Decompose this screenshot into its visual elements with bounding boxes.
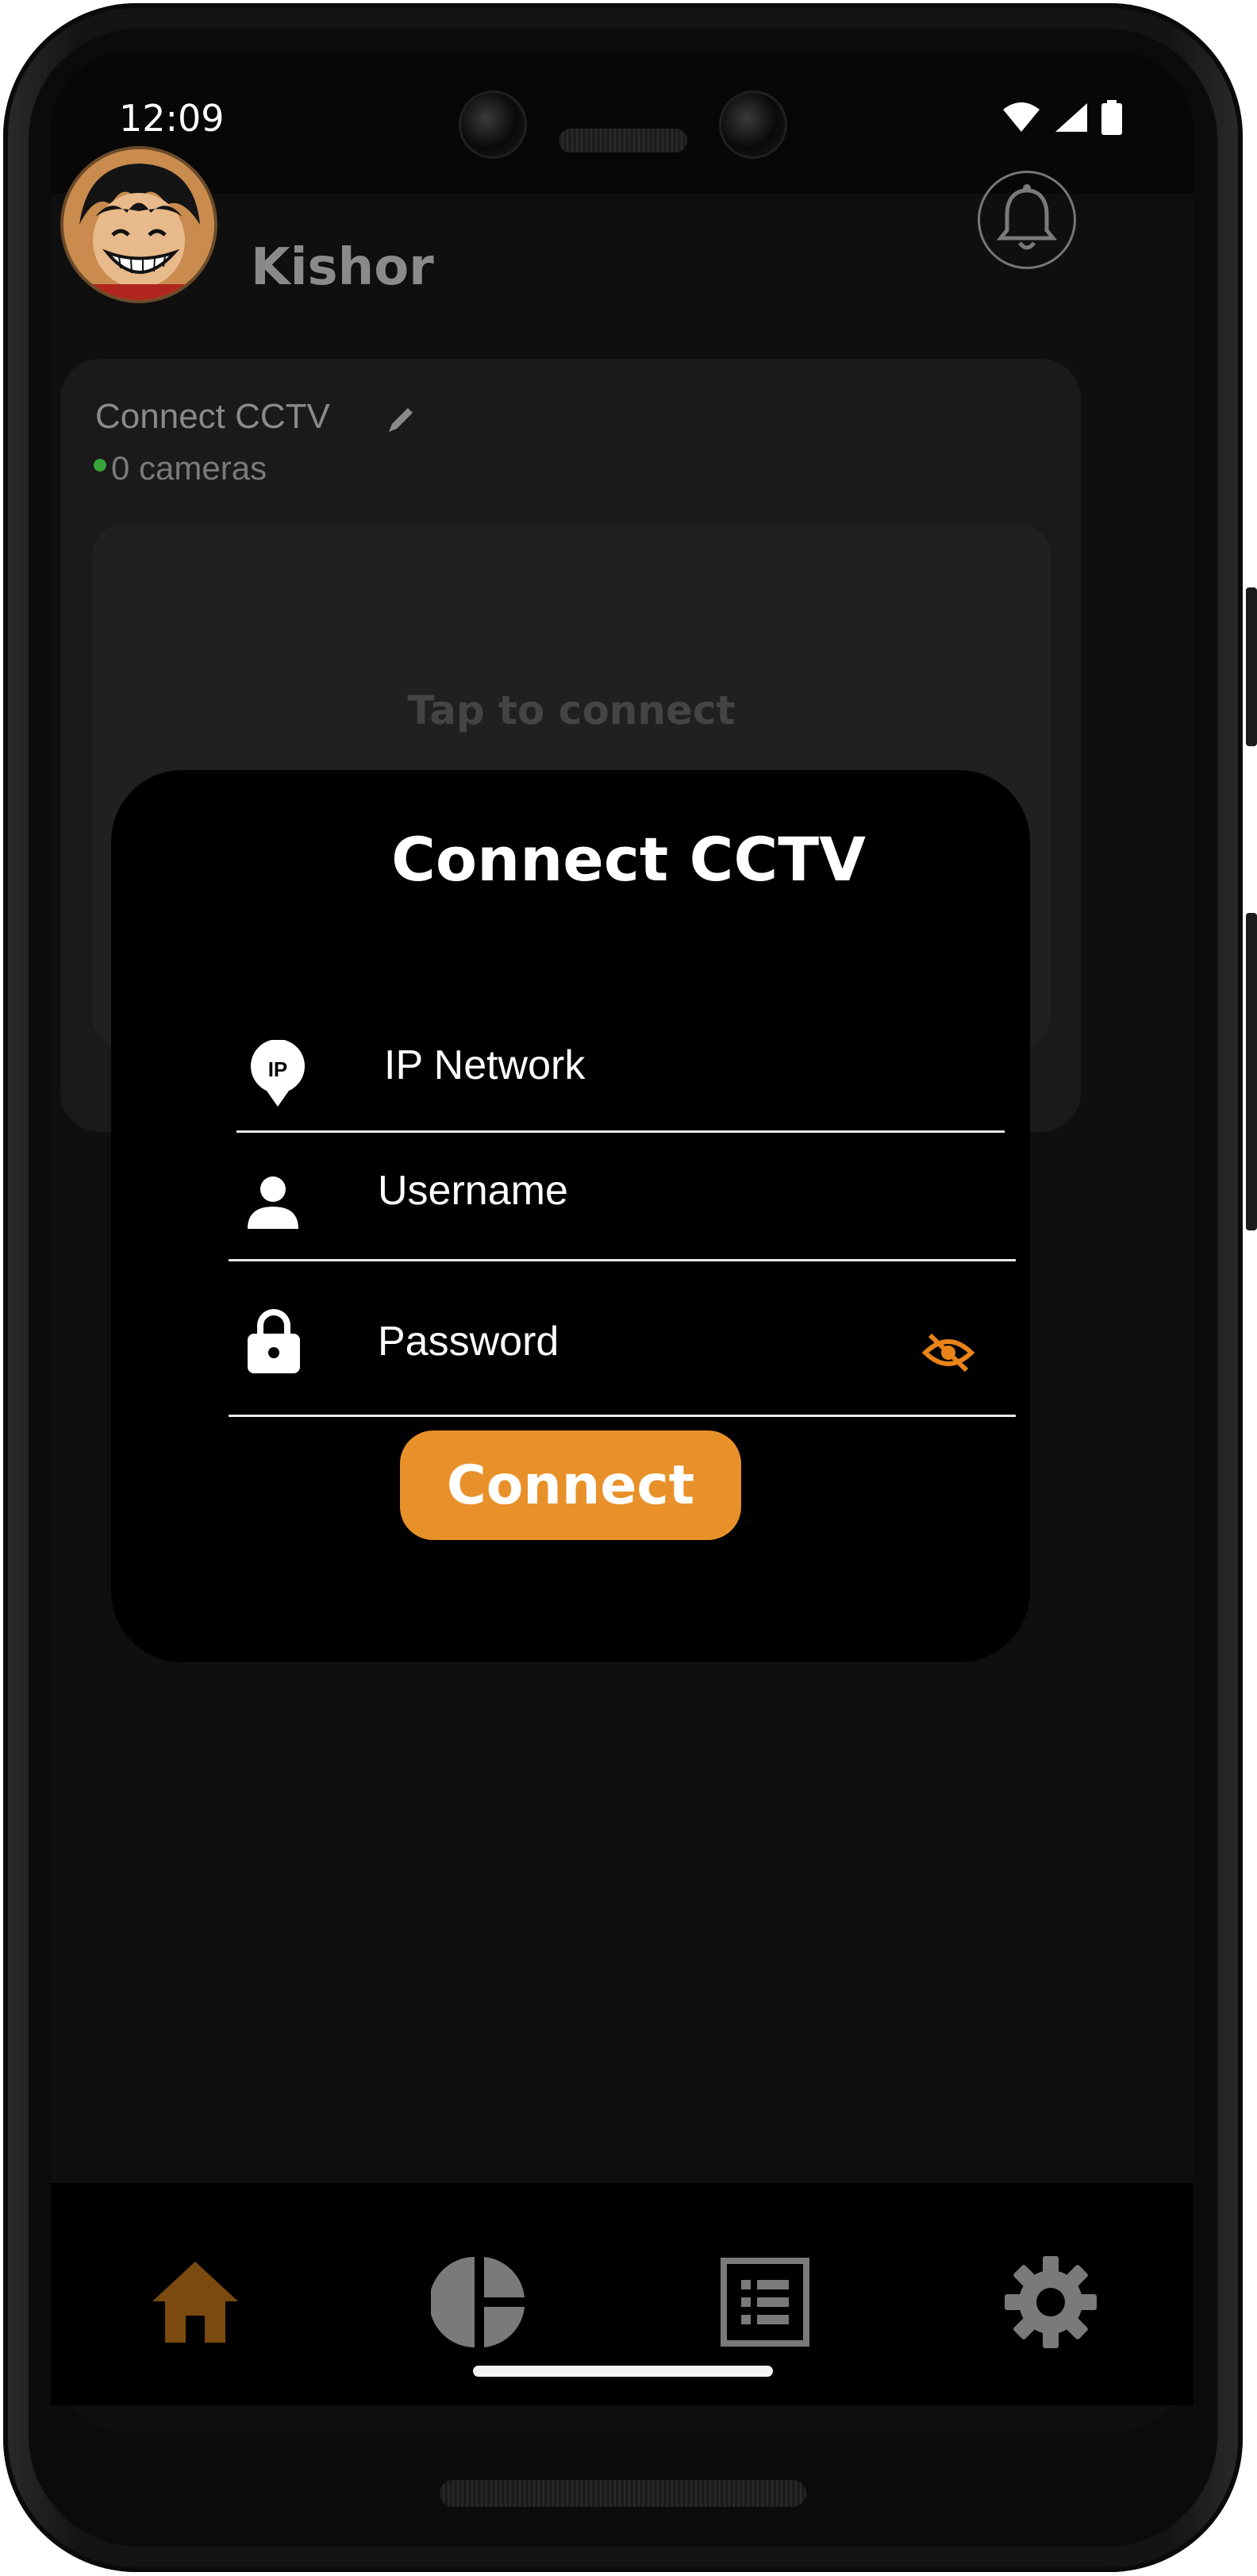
nav-analytics[interactable] bbox=[424, 2247, 535, 2358]
card-title: Connect CCTV bbox=[95, 397, 330, 436]
person-icon bbox=[244, 1173, 302, 1234]
battery-icon bbox=[1101, 100, 1122, 135]
status-time: 12:09 bbox=[119, 97, 225, 140]
username-underline bbox=[229, 1259, 1016, 1261]
front-sensor-icon bbox=[719, 90, 787, 159]
nav-home[interactable] bbox=[140, 2247, 251, 2358]
gear-icon bbox=[1005, 2256, 1097, 2348]
signal-icon bbox=[1055, 103, 1087, 132]
ip-network-input[interactable]: IP Network bbox=[384, 1042, 585, 1089]
notification-button[interactable] bbox=[978, 171, 1076, 269]
password-underline bbox=[229, 1415, 1016, 1417]
status-icons bbox=[1001, 100, 1122, 135]
wifi-icon bbox=[1003, 102, 1040, 132]
earpiece-speaker bbox=[559, 129, 687, 152]
bell-icon bbox=[996, 184, 1058, 250]
ip-location-icon: IP bbox=[248, 1039, 308, 1111]
modal-title: Connect CCTV bbox=[391, 824, 866, 895]
lock-icon bbox=[246, 1307, 302, 1378]
avatar-icon[interactable] bbox=[60, 146, 217, 303]
list-icon bbox=[721, 2258, 809, 2347]
connect-button[interactable]: Connect bbox=[400, 1430, 741, 1540]
phone-device: 12:09 Kishor Connect CCTV 0 cameras Tap … bbox=[0, 0, 1257, 2576]
volume-button bbox=[1246, 913, 1257, 1230]
password-input[interactable]: Password bbox=[378, 1318, 559, 1365]
bottom-speaker bbox=[440, 2480, 806, 2507]
camera-count: 0 cameras bbox=[111, 449, 267, 487]
power-button bbox=[1246, 587, 1257, 746]
svg-text:IP: IP bbox=[268, 1057, 288, 1081]
front-camera-icon bbox=[459, 90, 527, 159]
eye-off-icon[interactable] bbox=[921, 1330, 975, 1378]
nav-list[interactable] bbox=[709, 2247, 821, 2358]
home-indicator[interactable] bbox=[473, 2366, 773, 2377]
online-status-dot bbox=[94, 459, 106, 472]
nav-settings[interactable] bbox=[995, 2247, 1106, 2358]
preview-hint: Tap to connect bbox=[407, 687, 736, 734]
username-input[interactable]: Username bbox=[378, 1167, 568, 1215]
pencil-icon[interactable] bbox=[386, 403, 417, 438]
ip-underline bbox=[236, 1130, 1005, 1133]
home-icon bbox=[152, 2262, 238, 2343]
pie-chart-icon bbox=[431, 2257, 525, 2347]
username-label: Kishor bbox=[251, 238, 434, 297]
